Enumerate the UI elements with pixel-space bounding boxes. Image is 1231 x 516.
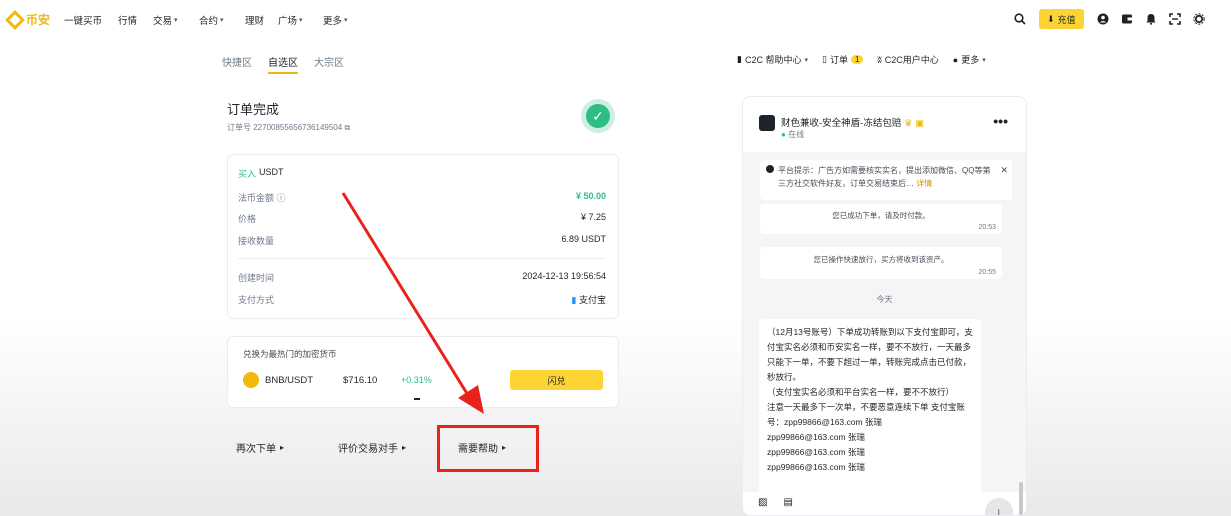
verified-badge-icon: ♛ [903,118,913,129]
online-status: ● 在线 [781,129,804,140]
chat-toolbar: ▨ ▤ [743,497,1026,515]
merchant-name-text: 财色兼收-安全神盾-冻结包赔 [781,118,902,129]
merchant-name[interactable]: 财色兼收-安全神盾-冻结包赔 ♛ ▣ [781,115,924,129]
system-message: 您已成功下单，请及时付款。 20:53 [760,204,1002,234]
chat-panel: 财色兼收-安全神盾-冻结包赔 ♛ ▣ ● 在线 ••• 平台提示：广告方如需要核… [742,96,1027,516]
platform-notice: 平台提示：广告方如需要核实实名，提出添加微信、QQ等第三方社交软件好友，订单交易… [760,160,1012,200]
merchant-message: （12月13号账号）下单成功转账到以下支付宝即可，支付宝实名必须和币安实名一样，… [759,319,981,494]
message-time: 20:53 [978,224,996,231]
notice-details-link[interactable]: 详情 [916,179,932,188]
notice-text: 平台提示：广告方如需要核实实名，提出添加微信、QQ等第三方社交软件好友，订单交易… [778,166,991,188]
merchant-avatar[interactable] [759,115,775,131]
system-message-text: 您已操作快速放行，买方将收到该资产。 [813,255,949,264]
more-options-icon[interactable]: ••• [993,113,1008,129]
chat-header: 财色兼收-安全神盾-冻结包赔 ♛ ▣ ● 在线 ••• [743,97,1026,147]
date-separator: 今天 [876,295,893,304]
merchant-badge-icon: ▣ [915,118,925,129]
image-upload-icon[interactable]: ▨ [758,497,767,515]
system-message: 您已操作快速放行，买方将收到该资产。 20:55 [760,247,1002,279]
info-icon [766,165,774,173]
online-dot-icon: ● [781,130,786,139]
chat-messages[interactable]: 平台提示：广告方如需要核实实名，提出添加微信、QQ等第三方社交软件好友，订单交易… [743,152,1026,515]
close-icon[interactable]: ✕ [1000,164,1008,177]
online-status-text: 在线 [788,130,805,139]
system-message-text: 您已成功下单，请及时付款。 [832,211,930,220]
file-upload-icon[interactable]: ▤ [783,497,792,515]
annotation-arrow [341,192,484,414]
message-time: 20:55 [978,269,996,276]
